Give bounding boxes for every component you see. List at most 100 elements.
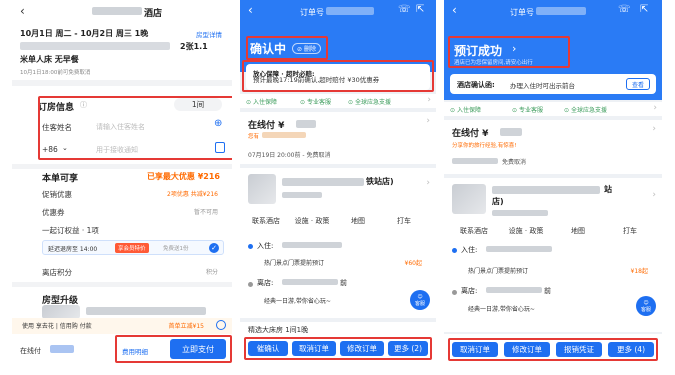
radio-button[interactable] xyxy=(216,320,226,330)
guarantee-strip[interactable]: ⊙ 入住保障 ⊙ 专业客服 ⊙ 全球应急支援 › xyxy=(240,94,436,108)
checkout-redacted xyxy=(486,287,542,293)
assistant-label: 客服 xyxy=(640,306,651,313)
guarantee-global: ⊙ 全球应急支援 xyxy=(348,99,391,106)
share-icon[interactable]: ⇱ xyxy=(640,4,648,15)
total-redacted xyxy=(50,345,74,353)
customer-service-icon[interactable]: ☏ xyxy=(398,4,411,15)
checkout-dot xyxy=(248,282,253,287)
order-confirming-screen: ‹ 订单号 ☏ ⇱ 确认中 ⊘ 删除 放心保障 · 超时必赔: 预计最晚17:1… xyxy=(240,0,436,375)
section-divider-3 xyxy=(12,282,232,287)
map-tab[interactable]: 地图 xyxy=(554,226,602,236)
order-success-screen: ‹ 订单号 ☏ ⇱ 预订成功 › 酒店已为您保留房间,请安心出行 酒店确认函: … xyxy=(444,0,662,375)
bundle-price: 免费送1份 xyxy=(163,246,189,252)
booking-info-highlight xyxy=(38,96,232,160)
guarantee-strip[interactable]: ⊙ 入住保障 ⊙ 专业客服 ⊙ 全球应急支援 › xyxy=(444,102,662,116)
cancel-policy-note: 免费取消 xyxy=(502,159,527,166)
pay-later-bar[interactable]: 使用 享去花 | 信用购 付款 首单立减¥15 xyxy=(12,318,232,334)
chevron-right-icon: › xyxy=(653,103,657,113)
ticket-service-item[interactable]: 热门景点门票提前预订 xyxy=(468,266,528,275)
payment-card[interactable]: 在线付 ¥ 您有 07月19日 20:00前 - 免费取消 › xyxy=(240,112,436,164)
back-arrow-icon[interactable]: ‹ xyxy=(452,3,457,17)
confirm-label: 酒店确认函: xyxy=(457,81,495,89)
chevron-right-icon: › xyxy=(652,190,656,200)
checkin-label: 入住: xyxy=(461,246,478,254)
contact-hotel-tab[interactable]: 联系酒店 xyxy=(244,216,288,226)
cancel-policy-note: 07月19日 20:00前 - 免费取消 xyxy=(248,152,331,159)
checkin-dot xyxy=(248,244,253,249)
bundle-label: 一起订权益 · 1项 xyxy=(42,226,99,235)
hotel-image xyxy=(248,174,276,204)
customer-service-icon[interactable]: ☏ xyxy=(618,4,631,15)
back-arrow-icon[interactable]: ‹ xyxy=(20,4,25,18)
back-arrow-icon[interactable]: ‹ xyxy=(248,3,253,17)
notice-highlight xyxy=(242,60,434,92)
checkout-suffix: 前 xyxy=(340,279,347,287)
promo-value[interactable]: 2项优惠 共减¥216 xyxy=(167,189,218,198)
upgrade-redacted xyxy=(86,307,206,315)
hotel-address-redacted xyxy=(492,210,548,216)
guarantee-checkin: ⊙ 入住保障 xyxy=(246,99,277,106)
ticket-service-item[interactable]: 热门景点门票提前预订 xyxy=(264,258,324,267)
share-icon[interactable]: ⇱ xyxy=(416,4,424,15)
day-trip-item[interactable]: 经典一日游,带你省心玩~ xyxy=(468,304,535,313)
total-label: 在线付 xyxy=(20,347,41,355)
taxi-tab[interactable]: 打车 xyxy=(606,226,654,236)
view-confirmation-button[interactable]: 查看 xyxy=(626,78,650,90)
assistant-label: 客服 xyxy=(414,300,425,307)
pay-later-promo: 首单立减¥15 xyxy=(168,323,204,330)
promo-label: 促销优惠 xyxy=(42,190,72,199)
hotel-name-redacted xyxy=(492,186,600,194)
guarantee-checkin: ⊙ 入住保障 xyxy=(450,107,481,114)
upgrade-room-image xyxy=(42,305,80,319)
status-highlight xyxy=(246,36,328,60)
map-tab[interactable]: 地图 xyxy=(336,216,380,226)
hotel-name-suffix: 站 xyxy=(604,185,612,194)
hotel-name-redacted xyxy=(92,7,142,15)
pay-later-text: 使用 享去花 | 信用购 付款 xyxy=(22,323,92,330)
ticket-service-price: ¥18起 xyxy=(630,268,648,275)
hotel-info-card: 站 店) › 联系酒店 设施 · 政策 地图 打车 入住: 热门景点门票提前预订… xyxy=(444,178,662,332)
facilities-tab[interactable]: 设施 · 政策 xyxy=(502,226,550,236)
checkout-label: 离店: xyxy=(257,279,274,287)
hotel-info-card: 铁站店) › 联系酒店 设施 · 政策 地图 打车 入住: 热门景点门票提前预订… xyxy=(240,168,436,318)
assistant-button[interactable]: ☺ 客服 xyxy=(410,290,430,310)
bundle-item-text: 延迟退房至 14:00 xyxy=(48,246,98,253)
day-trip-item[interactable]: 经典一日游,带你省心玩~ xyxy=(264,296,331,305)
room-count-text: 2张1.1 xyxy=(180,42,208,51)
room-row[interactable]: 精选大床房 1间1晚 xyxy=(240,322,436,336)
offers-title: 本单可享 xyxy=(42,174,79,184)
chevron-right-icon: › xyxy=(426,116,430,126)
order-number-label: 订单号 xyxy=(510,8,534,17)
facilities-tab[interactable]: 设施 · 政策 xyxy=(290,216,334,226)
coupon-label: 优惠券 xyxy=(42,208,65,217)
contact-hotel-tab[interactable]: 联系酒店 xyxy=(450,226,498,236)
assistant-button[interactable]: ☺ 客服 xyxy=(636,296,656,316)
guarantee-global-label: 全球应急支援 xyxy=(570,107,607,114)
pay-bar-highlight xyxy=(115,335,232,363)
chevron-right-icon: › xyxy=(426,178,430,188)
hotel-image xyxy=(452,184,486,214)
taxi-tab[interactable]: 打车 xyxy=(382,216,426,226)
pay-amount-label: 在线付 ¥ xyxy=(248,121,285,131)
checkout-redacted xyxy=(282,279,338,285)
free-cancel-note: 10月1日18:00前可免费取消 xyxy=(20,70,91,76)
coupon-value[interactable]: 暂不可用 xyxy=(194,207,218,216)
room-type-redacted xyxy=(20,42,170,50)
bundle-item-card[interactable]: 延迟退房至 14:00 享会员特价 免费送1份 ✓ xyxy=(42,240,224,255)
room-detail-link[interactable]: 房型详情 xyxy=(196,29,222,39)
booking-header: ‹ 酒店 xyxy=(12,4,232,20)
hotel-name-suffix: 铁站店) xyxy=(366,177,394,186)
status-highlight xyxy=(448,36,570,68)
cancel-date-redacted xyxy=(452,158,498,164)
share-note[interactable]: 分享你的旅行经验,有惊喜! xyxy=(452,141,516,149)
member-tag: 享会员特价 xyxy=(115,243,149,253)
payment-card[interactable]: 在线付 ¥ 分享你的旅行经验,有惊喜! 免费取消 › xyxy=(444,120,662,174)
confirm-text: 办理入住时可出示前台 xyxy=(510,82,575,90)
action-bar-highlight xyxy=(448,338,658,361)
checkin-dot xyxy=(452,248,457,253)
confirmation-letter-card[interactable]: 酒店确认函: 办理入住时可出示前台 查看 xyxy=(450,74,656,94)
section-divider-2 xyxy=(12,164,232,169)
guarantee-service: ⊙ 专业客服 xyxy=(300,99,331,106)
checkbox-checked-icon[interactable]: ✓ xyxy=(209,243,219,253)
room-row-text: 精选大床房 1间1晚 xyxy=(248,326,309,334)
